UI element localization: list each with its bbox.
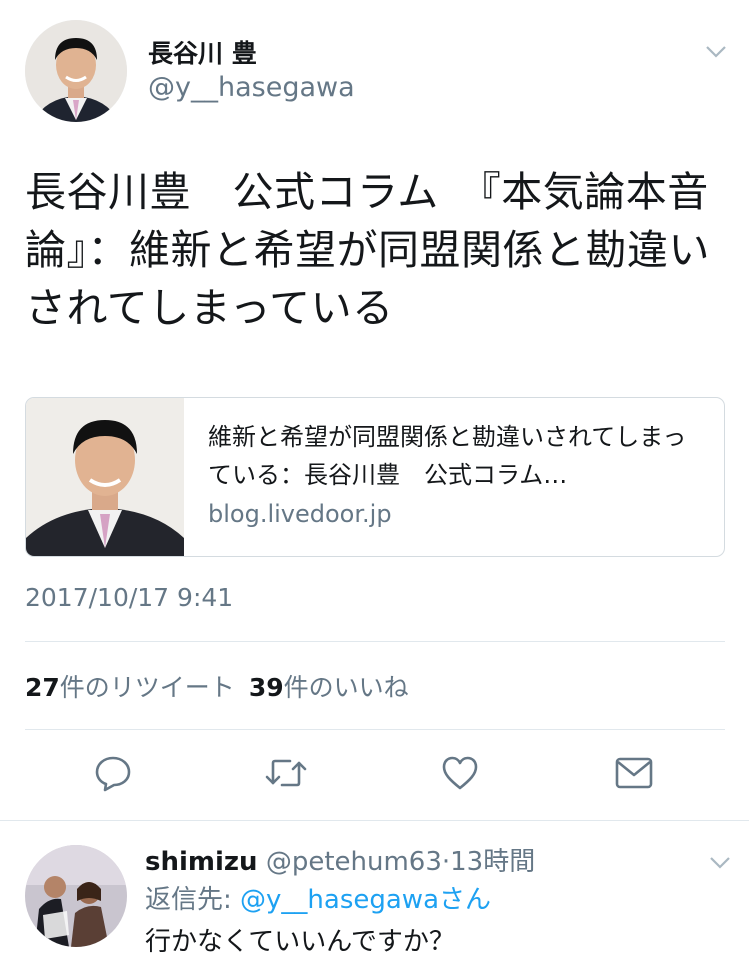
retweet-stat[interactable]: 27件のリツイート [25, 668, 235, 704]
divider [25, 729, 725, 730]
card-domain: blog.livedoor.jp [208, 500, 392, 528]
retweet-icon [265, 759, 307, 787]
tweet-header: 長谷川 豊 @y__hasegawa [25, 20, 735, 125]
link-card[interactable]: 維新と希望が同盟関係と勘違いされてしまっている：長谷川豊 公式コラム… blog… [25, 397, 725, 557]
reply-author-name[interactable]: shimizu [145, 847, 258, 877]
reply-text: 行かなくていいんですか？ [145, 927, 455, 957]
chevron-down-icon[interactable] [709, 851, 731, 873]
author-name[interactable]: 長谷川 豊 [148, 34, 257, 70]
reply-icon [95, 756, 131, 792]
reply-to-prefix: 返信先: [145, 885, 241, 915]
author-avatar-photo [25, 20, 127, 122]
author-handle[interactable]: @y__hasegawa [148, 72, 355, 103]
reply-avatar[interactable] [25, 845, 127, 947]
retweet-button[interactable] [263, 750, 309, 796]
divider [25, 641, 725, 642]
reply-author-handle[interactable]: @petehum63 [266, 847, 442, 877]
tweet-text: 長谷川豊 公式コラム 『本気論本音論』：維新と希望が同盟関係と勘違いされてしまっ… [25, 168, 710, 332]
reply-time: 13時間 [450, 847, 536, 877]
tweet-timestamp: 2017/10/17 9:41 [25, 583, 234, 612]
heart-icon [442, 756, 478, 790]
author-avatar[interactable] [25, 20, 127, 122]
tweet-actions [25, 744, 725, 804]
like-button[interactable] [437, 750, 483, 796]
reply-to-suffix: さん [439, 885, 492, 915]
reply-avatar-photo [25, 845, 127, 947]
card-thumbnail [26, 398, 184, 556]
reply-to-line: 返信先: @y__hasegawaさん [145, 879, 491, 916]
tweet-stats: 27件のリツイート 39件のいいね [25, 668, 409, 704]
direct-message-button[interactable] [611, 750, 657, 796]
chevron-down-icon[interactable] [705, 40, 727, 62]
like-stat[interactable]: 39件のいいね [249, 668, 409, 704]
card-body: 維新と希望が同盟関係と勘違いされてしまっている：長谷川豊 公式コラム… blog… [184, 398, 724, 556]
reply-header: shimizu @petehum63·13時間 [145, 841, 535, 878]
reply-tweet[interactable]: shimizu @petehum63·13時間 返信先: @y__hasegaw… [0, 820, 749, 977]
reply-separator: · [441, 847, 451, 877]
reply-to-mention[interactable]: @y__hasegawa [240, 885, 439, 915]
card-title: 維新と希望が同盟関係と勘違いされてしまっている：長谷川豊 公式コラム… [208, 423, 687, 489]
envelope-icon [615, 757, 653, 789]
reply-button[interactable] [90, 750, 136, 796]
